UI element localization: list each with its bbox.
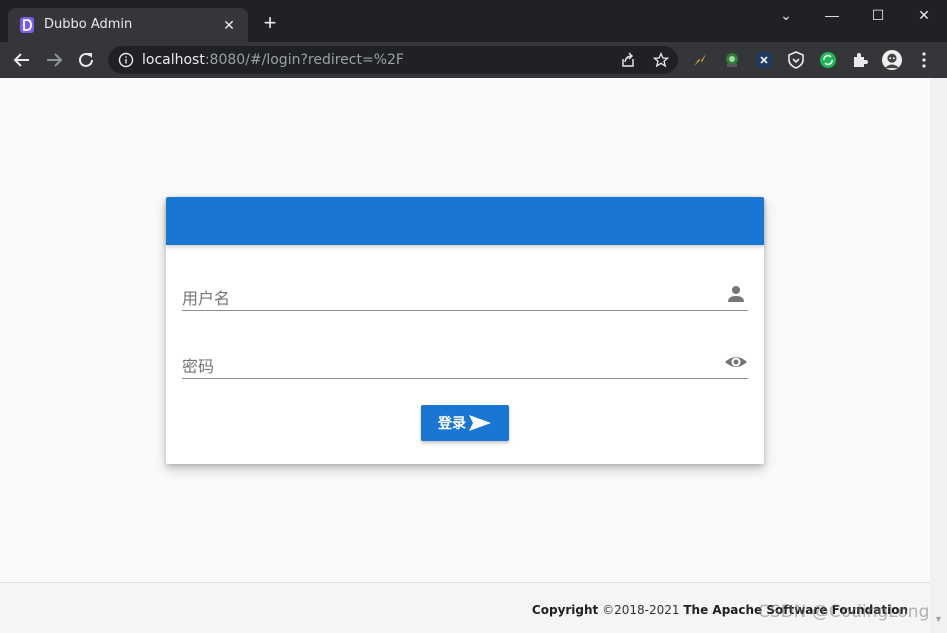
dubbo-favicon-icon [20,17,34,33]
browser-toolbar: localhost:8080/#/login?redirect=%2F [0,42,947,78]
username-field[interactable]: 用户名 [182,277,748,311]
close-window-icon[interactable]: ✕ [909,4,939,26]
new-tab-button[interactable]: + [258,12,282,36]
minimize-icon[interactable]: — [817,4,847,26]
forward-icon[interactable] [42,48,66,72]
reload-icon[interactable] [74,48,98,72]
tab-close-icon[interactable]: ✕ [220,16,238,34]
site-info-icon[interactable] [118,52,134,68]
maximize-icon[interactable]: ☐ [863,4,893,26]
tab-title: Dubbo Admin [44,17,133,32]
tab-search-icon[interactable]: ⌄ [771,4,801,26]
address-bar[interactable]: localhost:8080/#/login?redirect=%2F [108,46,678,74]
login-button-label: 登录 [438,416,466,432]
lens-extension-icon[interactable] [722,50,742,70]
person-icon [728,286,744,302]
share-icon[interactable] [620,52,636,68]
lightning-extension-icon[interactable] [690,50,710,70]
browser-tab[interactable]: Dubbo Admin ✕ [8,8,248,42]
shield-extension-icon[interactable] [786,50,806,70]
browser-tabstrip: Dubbo Admin ✕ + ⌄ — ☐ ✕ [0,0,947,42]
csdn-watermark: CSDN @CodingLong [758,602,930,622]
login-card-header [166,197,764,245]
page-viewport: 用户名 密码 登录 Copyright ©2018-2021 The Apach… [0,78,930,633]
page-scrollbar[interactable] [930,78,947,633]
sync-extension-icon[interactable] [818,50,838,70]
browser-menu-icon[interactable] [914,50,934,70]
password-placeholder: 密码 [182,357,215,376]
login-card: 用户名 密码 登录 [166,197,764,464]
back-icon[interactable] [10,48,34,72]
password-field[interactable]: 密码 [182,345,748,379]
eye-icon[interactable] [724,350,748,374]
login-button[interactable]: 登录 [421,405,509,441]
url-text: localhost:8080/#/login?redirect=%2F [142,52,404,68]
x-extension-icon[interactable] [754,50,774,70]
send-icon [469,415,491,431]
puzzle-icon[interactable] [850,50,870,70]
profile-avatar[interactable] [882,50,902,70]
bookmark-star-icon[interactable] [653,52,669,68]
username-placeholder: 用户名 [182,289,231,308]
scroll-down-arrow-icon[interactable]: ▼ [934,614,943,624]
